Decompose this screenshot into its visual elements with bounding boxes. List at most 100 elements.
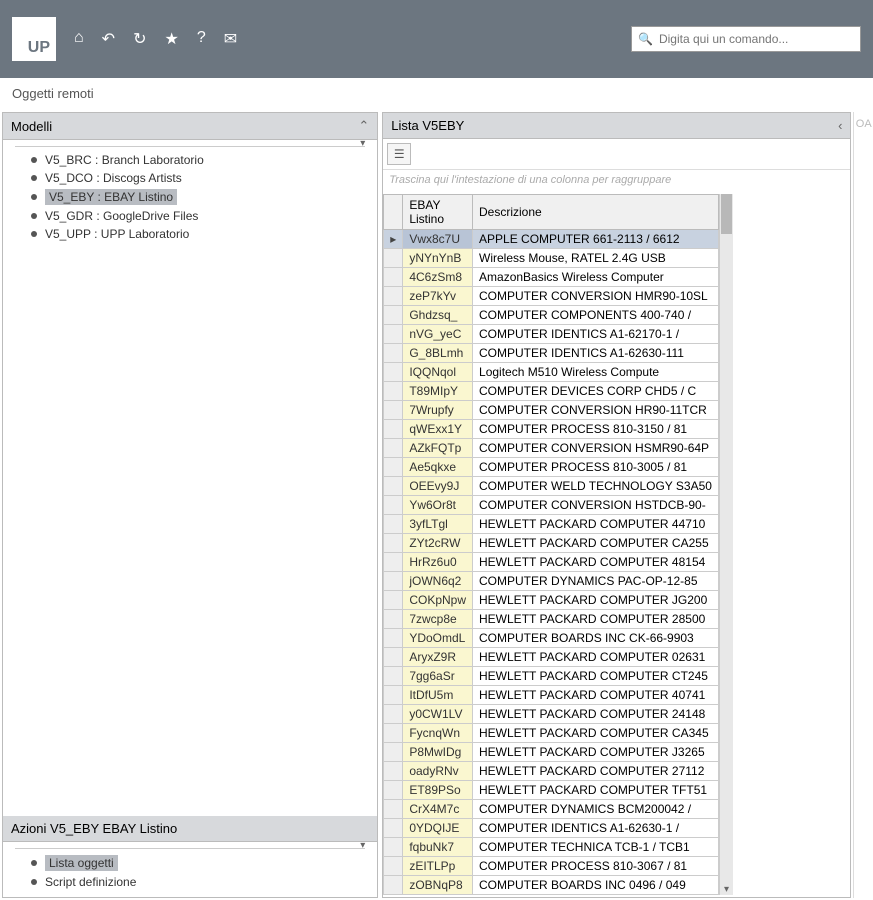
cell-desc[interactable]: COMPUTER PROCESS 810-3005 / 81 [473,458,719,477]
cell-desc[interactable]: HEWLETT PACKARD COMPUTER 28500 [473,610,719,629]
cell-id[interactable]: Ae5qkxe [403,458,473,477]
collapse-right-icon[interactable]: ‹ [838,118,842,133]
table-row[interactable]: ET89PSoHEWLETT PACKARD COMPUTER TFT51 [384,781,719,800]
table-row[interactable]: ItDfU5mHEWLETT PACKARD COMPUTER 40741 [384,686,719,705]
table-row[interactable]: zeP7kYvCOMPUTER CONVERSION HMR90-10SL [384,287,719,306]
command-input[interactable] [659,32,854,46]
cell-desc[interactable]: COMPUTER PROCESS 810-3150 / 81 [473,420,719,439]
cell-desc[interactable]: COMPUTER COMPONENTS 400-740 / [473,306,719,325]
table-row[interactable]: CrX4M7cCOMPUTER DYNAMICS BCM200042 / [384,800,719,819]
table-row[interactable]: Ae5qkxeCOMPUTER PROCESS 810-3005 / 81 [384,458,719,477]
table-row[interactable]: jOWN6q2COMPUTER DYNAMICS PAC-OP-12-85 [384,572,719,591]
cell-desc[interactable]: COMPUTER PROCESS 810-3067 / 81 [473,857,719,876]
home-icon[interactable]: ⌂ [74,29,84,49]
mail-icon[interactable]: ✉ [224,29,237,49]
azioni-item[interactable]: Lista oggetti [3,853,377,873]
cell-id[interactable]: qWExx1Y [403,420,473,439]
cell-id[interactable]: zeP7kYv [403,287,473,306]
table-row[interactable]: zEITLPpCOMPUTER PROCESS 810-3067 / 81 [384,857,719,876]
cell-id[interactable]: AZkFQTp [403,439,473,458]
cell-desc[interactable]: HEWLETT PACKARD COMPUTER 40741 [473,686,719,705]
table-row[interactable]: AZkFQTpCOMPUTER CONVERSION HSMR90-64P [384,439,719,458]
col-header-id[interactable]: EBAY Listino [403,195,473,230]
table-row[interactable]: 7zwcp8eHEWLETT PACKARD COMPUTER 28500 [384,610,719,629]
cell-desc[interactable]: HEWLETT PACKARD COMPUTER CA255 [473,534,719,553]
cell-desc[interactable]: COMPUTER BOARDS INC CK-66-9903 [473,629,719,648]
cell-desc[interactable]: COMPUTER IDENTICS A1-62630-111 [473,344,719,363]
table-row[interactable]: 4C6zSm8AmazonBasics Wireless Computer [384,268,719,287]
col-header-desc[interactable]: Descrizione [473,195,719,230]
cell-id[interactable]: y0CW1LV [403,705,473,724]
cell-id[interactable]: Ghdzsq_ [403,306,473,325]
scroll-down-icon[interactable]: ▾ [720,884,733,895]
cell-desc[interactable]: HEWLETT PACKARD COMPUTER TFT51 [473,781,719,800]
table-row[interactable]: zOBNqP8COMPUTER BOARDS INC 0496 / 049 [384,876,719,895]
table-row[interactable]: IQQNqolLogitech M510 Wireless Compute [384,363,719,382]
cell-id[interactable]: IQQNqol [403,363,473,382]
cell-id[interactable]: Vwx8c7U [403,230,473,249]
collapsed-panel[interactable]: OA [853,112,873,898]
cell-desc[interactable]: COMPUTER DYNAMICS PAC-OP-12-85 [473,572,719,591]
table-row[interactable]: fqbuNk7COMPUTER TECHNICA TCB-1 / TCB1 [384,838,719,857]
collapse-icon[interactable]: ⌃ [358,118,369,134]
cell-desc[interactable]: HEWLETT PACKARD COMPUTER CA345 [473,724,719,743]
table-row[interactable]: nVG_yeCCOMPUTER IDENTICS A1-62170-1 / [384,325,719,344]
cell-id[interactable]: 7Wrupfy [403,401,473,420]
table-row[interactable]: G_8BLmhCOMPUTER IDENTICS A1-62630-111 [384,344,719,363]
cell-id[interactable]: COKpNpw [403,591,473,610]
command-search[interactable]: 🔍 [631,26,861,52]
data-grid[interactable]: EBAY Listino Descrizione ▸Vwx8c7UAPPLE C… [383,194,719,895]
modelli-item[interactable]: V5_UPP : UPP Laboratorio [3,225,377,243]
table-row[interactable]: ZYt2cRWHEWLETT PACKARD COMPUTER CA255 [384,534,719,553]
list-view-icon[interactable]: ☰ [387,143,411,165]
cell-id[interactable]: G_8BLmh [403,344,473,363]
vertical-scrollbar[interactable]: ▴ ▾ [719,194,733,895]
cell-desc[interactable]: HEWLETT PACKARD COMPUTER 02631 [473,648,719,667]
table-row[interactable]: FycnqWnHEWLETT PACKARD COMPUTER CA345 [384,724,719,743]
table-row[interactable]: P8MwIDgHEWLETT PACKARD COMPUTER J3265 [384,743,719,762]
cell-desc[interactable]: COMPUTER DEVICES CORP CHD5 / C [473,382,719,401]
table-row[interactable]: T89MIpYCOMPUTER DEVICES CORP CHD5 / C [384,382,719,401]
cell-desc[interactable]: APPLE COMPUTER 661-2113 / 6612 [473,230,719,249]
table-row[interactable]: qWExx1YCOMPUTER PROCESS 810-3150 / 81 [384,420,719,439]
cell-desc[interactable]: Wireless Mouse, RATEL 2.4G USB [473,249,719,268]
cell-id[interactable]: 7zwcp8e [403,610,473,629]
table-row[interactable]: 0YDQIJECOMPUTER IDENTICS A1-62630-1 / [384,819,719,838]
undo-icon[interactable]: ↶ [102,29,115,49]
cell-desc[interactable]: COMPUTER BOARDS INC 0496 / 049 [473,876,719,895]
cell-desc[interactable]: COMPUTER IDENTICS A1-62170-1 / [473,325,719,344]
cell-desc[interactable]: COMPUTER CONVERSION HSMR90-64P [473,439,719,458]
cell-id[interactable]: yNYnYnB [403,249,473,268]
cell-desc[interactable]: HEWLETT PACKARD COMPUTER JG200 [473,591,719,610]
cell-id[interactable]: oadyRNv [403,762,473,781]
cell-id[interactable]: 4C6zSm8 [403,268,473,287]
cell-desc[interactable]: COMPUTER DYNAMICS BCM200042 / [473,800,719,819]
cell-id[interactable]: OEEvy9J [403,477,473,496]
modelli-item[interactable]: V5_GDR : GoogleDrive Files [3,207,377,225]
cell-id[interactable]: ItDfU5m [403,686,473,705]
cell-desc[interactable]: HEWLETT PACKARD COMPUTER 24148 [473,705,719,724]
cell-id[interactable]: ET89PSo [403,781,473,800]
table-row[interactable]: 3yfLTglHEWLETT PACKARD COMPUTER 44710 [384,515,719,534]
cell-id[interactable]: 3yfLTgl [403,515,473,534]
cell-id[interactable]: zEITLPp [403,857,473,876]
table-row[interactable]: Yw6Or8tCOMPUTER CONVERSION HSTDCB-90- [384,496,719,515]
cell-desc[interactable]: HEWLETT PACKARD COMPUTER 27112 [473,762,719,781]
cell-id[interactable]: Yw6Or8t [403,496,473,515]
table-row[interactable]: oadyRNvHEWLETT PACKARD COMPUTER 27112 [384,762,719,781]
redo-icon[interactable]: ↻ [133,29,146,49]
table-row[interactable]: yNYnYnBWireless Mouse, RATEL 2.4G USB [384,249,719,268]
cell-desc[interactable]: COMPUTER WELD TECHNOLOGY S3A50 [473,477,719,496]
cell-id[interactable]: CrX4M7c [403,800,473,819]
table-row[interactable]: HrRz6u0HEWLETT PACKARD COMPUTER 48154 [384,553,719,572]
cell-id[interactable]: T89MIpY [403,382,473,401]
modelli-item[interactable]: V5_EBY : EBAY Listino [3,187,377,207]
cell-desc[interactable]: HEWLETT PACKARD COMPUTER 44710 [473,515,719,534]
cell-id[interactable]: fqbuNk7 [403,838,473,857]
cell-id[interactable]: 0YDQIJE [403,819,473,838]
modelli-item[interactable]: V5_BRC : Branch Laboratorio [3,151,377,169]
cell-desc[interactable]: Logitech M510 Wireless Compute [473,363,719,382]
table-row[interactable]: COKpNpwHEWLETT PACKARD COMPUTER JG200 [384,591,719,610]
cell-id[interactable]: HrRz6u0 [403,553,473,572]
scroll-thumb[interactable] [721,194,732,234]
